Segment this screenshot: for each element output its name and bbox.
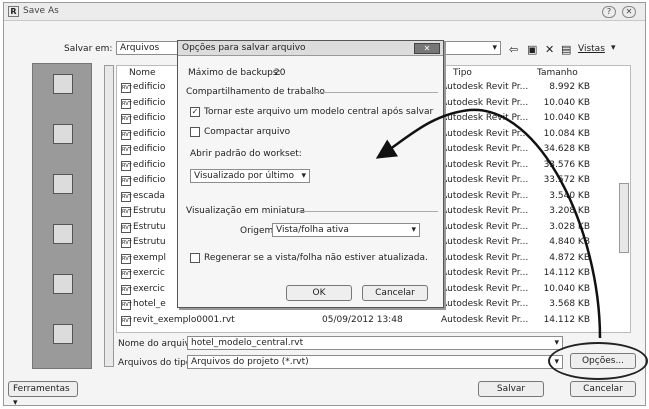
annotation-layer (375, 108, 602, 339)
annotation-oval (548, 342, 648, 380)
annotation-arrow (375, 108, 602, 339)
